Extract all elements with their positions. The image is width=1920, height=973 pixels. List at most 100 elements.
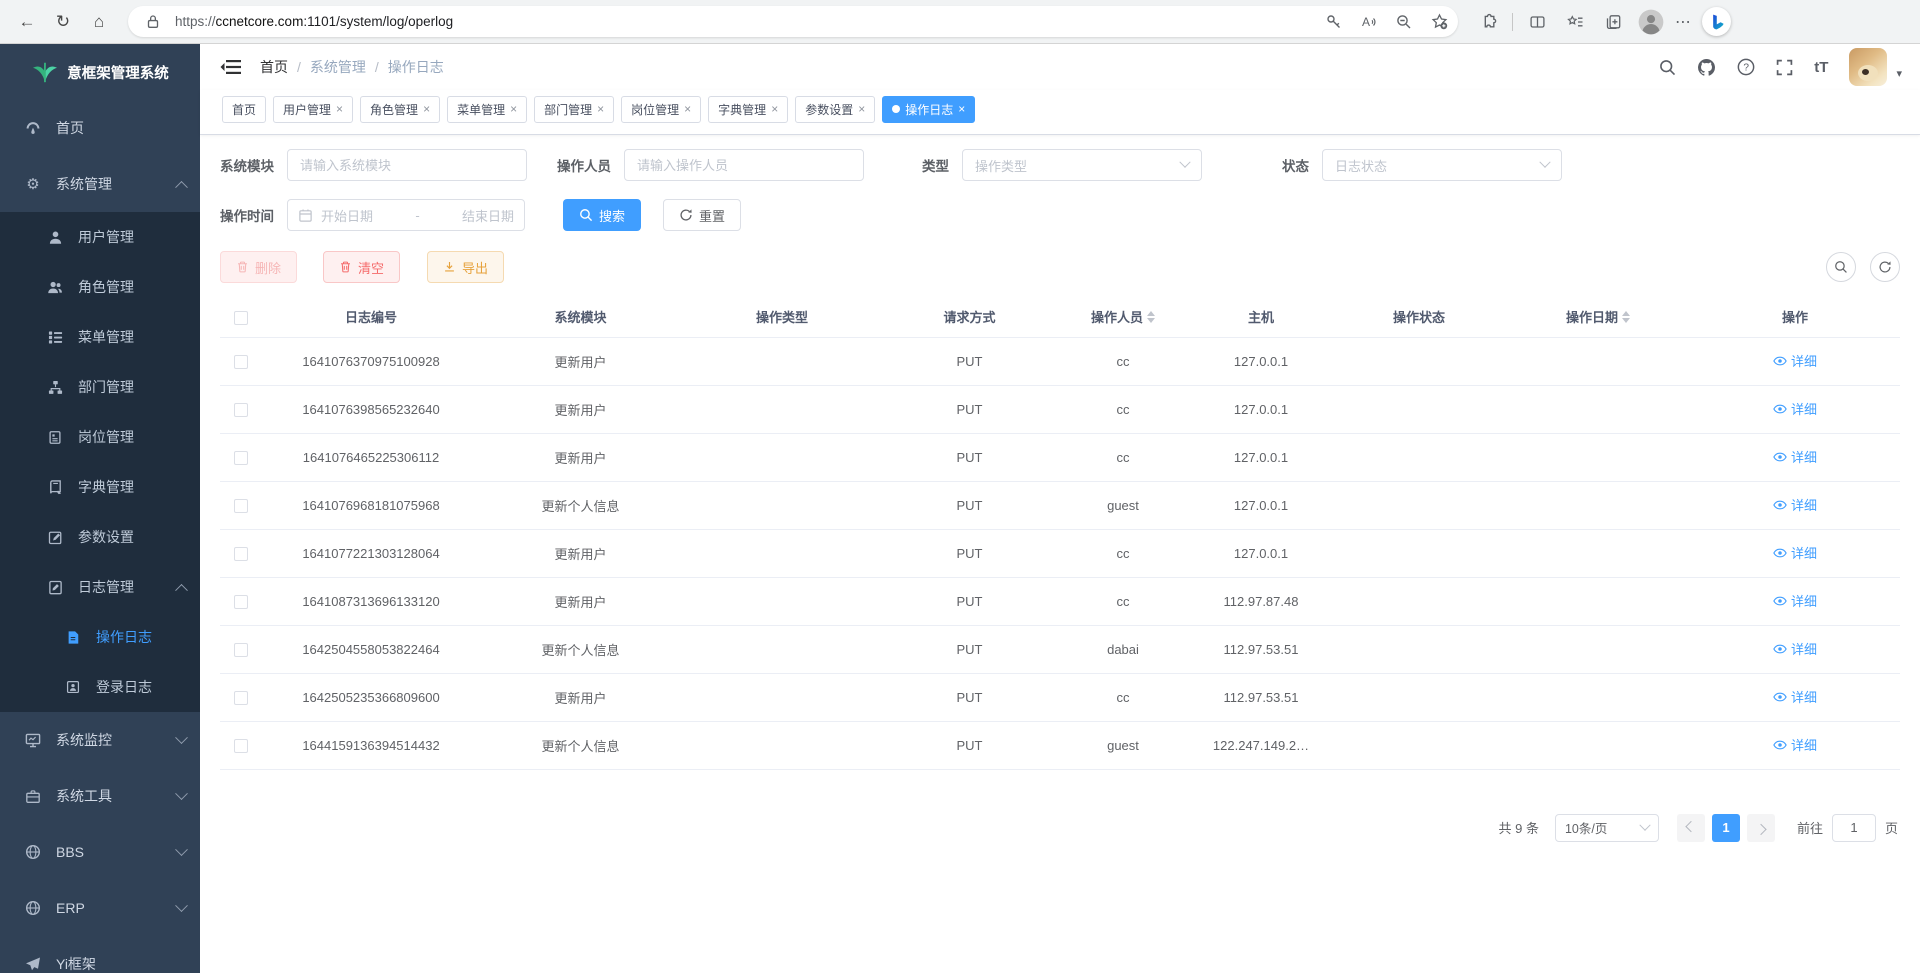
select-all-checkbox[interactable]	[234, 311, 248, 325]
detail-link[interactable]: 详细	[1773, 639, 1817, 658]
fullscreen-icon[interactable]	[1776, 59, 1793, 76]
search-icon[interactable]	[1659, 59, 1676, 76]
sidebar-item-monitor[interactable]: 系统监控	[0, 712, 200, 768]
sidebar-item-menu[interactable]: 菜单管理	[0, 312, 200, 362]
detail-link[interactable]: 详细	[1773, 591, 1817, 610]
row-checkbox[interactable]	[234, 691, 248, 705]
close-icon[interactable]: ×	[684, 102, 691, 116]
sidebar-item-user[interactable]: 用户管理	[0, 212, 200, 262]
sidebar-item-param[interactable]: 参数设置	[0, 512, 200, 562]
tab-dict[interactable]: 字典管理×	[708, 96, 788, 123]
github-icon[interactable]	[1697, 58, 1716, 77]
sidebar-item-post[interactable]: 岗位管理	[0, 412, 200, 462]
sort-icon[interactable]	[1622, 311, 1630, 323]
app-logo[interactable]: 意框架管理系统	[0, 44, 200, 100]
sidebar-item-dict[interactable]: 字典管理	[0, 462, 200, 512]
sidebar-item-bbs[interactable]: BBS	[0, 824, 200, 880]
delete-button[interactable]: 删除	[220, 251, 297, 283]
col-operator[interactable]: 操作人员	[1056, 297, 1190, 337]
favorite-star-icon[interactable]	[1426, 9, 1452, 35]
col-date[interactable]: 操作日期	[1506, 297, 1690, 337]
breadcrumb-home[interactable]: 首页	[260, 57, 288, 77]
close-icon[interactable]: ×	[858, 102, 865, 116]
detail-link[interactable]: 详细	[1773, 351, 1817, 370]
browser-settings-more-icon[interactable]: ⋯	[1675, 12, 1692, 32]
tab-user[interactable]: 用户管理×	[273, 96, 353, 123]
sidebar-item-loginlog[interactable]: 登录日志	[0, 662, 200, 712]
tab-menu[interactable]: 菜单管理×	[447, 96, 527, 123]
font-size-icon[interactable]: tT	[1814, 59, 1828, 76]
detail-link[interactable]: 详细	[1773, 735, 1817, 754]
sidebar-item-tools[interactable]: 系统工具	[0, 768, 200, 824]
close-icon[interactable]: ×	[958, 102, 965, 116]
detail-link[interactable]: 详细	[1773, 399, 1817, 418]
close-icon[interactable]: ×	[510, 102, 517, 116]
browser-back-button[interactable]: ←	[12, 7, 42, 37]
browser-profile-avatar[interactable]	[1637, 8, 1665, 36]
detail-link[interactable]: 详细	[1773, 543, 1817, 562]
tab-param[interactable]: 参数设置×	[795, 96, 875, 123]
show-search-icon[interactable]	[1826, 252, 1856, 282]
collapse-sidebar-icon[interactable]	[220, 57, 242, 77]
sidebar-item-erp[interactable]: ERP	[0, 880, 200, 936]
sidebar-item-yi[interactable]: Yi框架	[0, 936, 200, 973]
tab-dept[interactable]: 部门管理×	[534, 96, 614, 123]
sidebar-item-dept[interactable]: 部门管理	[0, 362, 200, 412]
collections-icon[interactable]	[1599, 8, 1627, 36]
detail-link[interactable]: 详细	[1773, 447, 1817, 466]
browser-refresh-button[interactable]: ↻	[48, 7, 78, 37]
detail-link[interactable]: 详细	[1773, 495, 1817, 514]
close-icon[interactable]: ×	[423, 102, 430, 116]
browser-home-button[interactable]: ⌂	[84, 7, 114, 37]
page-number-1[interactable]: 1	[1712, 814, 1740, 842]
row-checkbox[interactable]	[234, 595, 248, 609]
user-avatar[interactable]	[1849, 48, 1887, 86]
refresh-table-icon[interactable]	[1870, 252, 1900, 282]
tab-role[interactable]: 角色管理×	[360, 96, 440, 123]
sidebar-item-home[interactable]: 首页	[0, 100, 200, 156]
module-input[interactable]	[287, 149, 527, 181]
tab-operlog-active[interactable]: 操作日志×	[882, 96, 975, 123]
row-checkbox[interactable]	[234, 355, 248, 369]
sidebar-item-system[interactable]: ⚙ 系统管理	[0, 156, 200, 212]
sidebar-item-log[interactable]: 日志管理	[0, 562, 200, 612]
extensions-icon[interactable]	[1474, 8, 1502, 36]
favorites-bar-icon[interactable]	[1561, 8, 1589, 36]
row-checkbox[interactable]	[234, 499, 248, 513]
address-bar[interactable]: https://ccnetcore.com:1101/system/log/op…	[128, 6, 1458, 37]
close-icon[interactable]: ×	[336, 102, 343, 116]
close-icon[interactable]: ×	[771, 102, 778, 116]
date-range-picker[interactable]: 开始日期 - 结束日期	[287, 199, 525, 231]
copilot-bing-icon[interactable]	[1702, 7, 1731, 36]
export-button[interactable]: 导出	[427, 251, 504, 283]
split-screen-icon[interactable]	[1523, 8, 1551, 36]
read-aloud-icon[interactable]: A	[1356, 9, 1382, 35]
row-checkbox[interactable]	[234, 403, 248, 417]
row-checkbox[interactable]	[234, 451, 248, 465]
close-icon[interactable]: ×	[597, 102, 604, 116]
row-checkbox[interactable]	[234, 643, 248, 657]
operator-input[interactable]	[624, 149, 864, 181]
avatar-caret-down-icon[interactable]: ▾	[1896, 55, 1902, 80]
password-key-icon[interactable]	[1321, 9, 1347, 35]
help-icon[interactable]: ?	[1737, 58, 1755, 76]
row-checkbox[interactable]	[234, 547, 248, 561]
reset-button[interactable]: 重置	[663, 199, 741, 231]
chevron-down-icon	[175, 843, 188, 856]
tab-home[interactable]: 首页	[222, 96, 266, 123]
search-button[interactable]: 搜索	[563, 199, 641, 231]
detail-link[interactable]: 详细	[1773, 687, 1817, 706]
page-size-select[interactable]: 10条/页	[1555, 814, 1659, 842]
sort-icon[interactable]	[1147, 311, 1155, 323]
sidebar-item-operlog[interactable]: 操作日志	[0, 612, 200, 662]
tab-post[interactable]: 岗位管理×	[621, 96, 701, 123]
next-page-button[interactable]	[1747, 814, 1775, 842]
type-select[interactable]: 操作类型	[962, 149, 1202, 181]
clear-button[interactable]: 清空	[323, 251, 400, 283]
zoom-out-icon[interactable]	[1391, 9, 1417, 35]
page-jump-input[interactable]	[1832, 814, 1876, 842]
sidebar-item-role[interactable]: 角色管理	[0, 262, 200, 312]
prev-page-button[interactable]	[1677, 814, 1705, 842]
status-select[interactable]: 日志状态	[1322, 149, 1562, 181]
row-checkbox[interactable]	[234, 739, 248, 753]
